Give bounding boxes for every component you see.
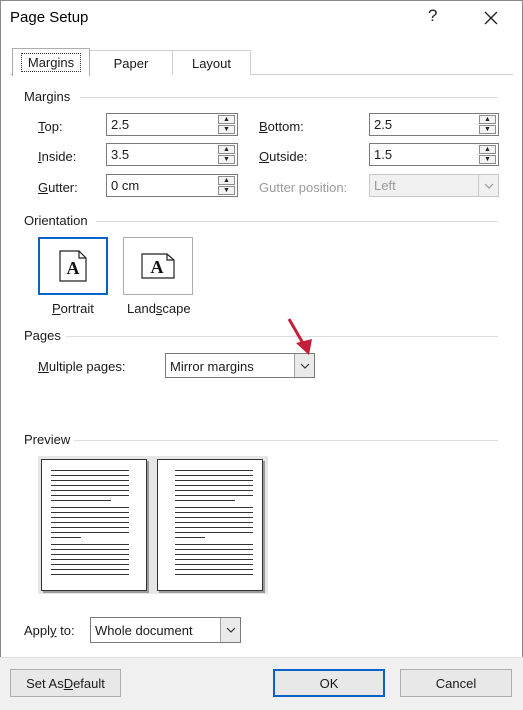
top-margin-spinner[interactable]: ▲ ▼: [218, 115, 235, 134]
spin-down-icon[interactable]: ▼: [218, 186, 235, 195]
orientation-section-divider: [96, 221, 498, 222]
landscape-option[interactable]: A: [123, 237, 193, 295]
spin-down-icon[interactable]: ▼: [479, 125, 496, 134]
chevron-down-icon[interactable]: [294, 354, 314, 377]
gutter-position-dropdown: Left: [369, 174, 499, 197]
portrait-label[interactable]: Portrait: [52, 301, 94, 316]
orientation-section-label: Orientation: [24, 213, 88, 228]
inside-margin-value: 3.5: [111, 147, 130, 162]
bottom-margin-value: 2.5: [374, 117, 393, 132]
pages-section-label: Pages: [24, 328, 61, 343]
annotation-arrow-icon: [287, 318, 312, 355]
margins-section-divider: [80, 97, 498, 98]
gutter-value: 0 cm: [111, 178, 140, 193]
portrait-option[interactable]: A: [38, 237, 108, 295]
preview-pane: [38, 456, 268, 594]
top-margin-field[interactable]: 2.5 ▲ ▼: [106, 113, 238, 136]
portrait-page-icon: A: [59, 250, 87, 282]
tab-paper[interactable]: Paper: [89, 50, 173, 75]
preview-section-divider: [74, 440, 498, 441]
outside-margin-value: 1.5: [374, 147, 393, 162]
top-label-rest: op:: [44, 119, 63, 134]
tab-layout-label: Layout: [191, 55, 232, 71]
dialog-title: Page Setup: [10, 9, 89, 26]
ok-button[interactable]: OK: [273, 669, 385, 697]
outside-margin-field[interactable]: 1.5 ▲ ▼: [369, 143, 499, 166]
spin-up-icon[interactable]: ▲: [218, 115, 235, 124]
portrait-glyph: A: [67, 258, 80, 278]
preview-section-label: Preview: [24, 432, 71, 447]
tab-layout[interactable]: Layout: [172, 50, 251, 75]
spin-up-icon[interactable]: ▲: [218, 176, 235, 185]
gutter-spinner[interactable]: ▲ ▼: [218, 176, 235, 195]
spin-up-icon[interactable]: ▲: [218, 145, 235, 154]
apply-to-dropdown[interactable]: Whole document: [90, 617, 241, 643]
gutter-position-value: Left: [374, 178, 396, 193]
top-label: Top:: [38, 119, 63, 134]
close-icon: [484, 11, 498, 25]
inside-label: Inside:: [38, 149, 77, 164]
set-as-default-button[interactable]: Set As Default: [10, 669, 121, 697]
chevron-down-icon: [478, 175, 498, 196]
landscape-label[interactable]: Landscape: [127, 301, 191, 316]
outside-margin-spinner[interactable]: ▲ ▼: [479, 145, 496, 164]
tab-margins[interactable]: Margins: [12, 48, 90, 76]
bottom-margin-field[interactable]: 2.5 ▲ ▼: [369, 113, 499, 136]
gutter-field[interactable]: 0 cm ▲ ▼: [106, 174, 238, 197]
multiple-pages-value: Mirror margins: [170, 359, 254, 374]
gutter-label: Gutter:: [38, 180, 78, 195]
close-button[interactable]: [478, 4, 504, 32]
outside-label: Outside:: [259, 149, 308, 164]
spin-down-icon[interactable]: ▼: [479, 155, 496, 164]
bottom-margin-spinner[interactable]: ▲ ▼: [479, 115, 496, 134]
landscape-glyph: A: [151, 257, 164, 277]
bottom-label: Bottom:: [259, 119, 304, 134]
spin-down-icon[interactable]: ▼: [218, 125, 235, 134]
inside-margin-spinner[interactable]: ▲ ▼: [218, 145, 235, 164]
spin-up-icon[interactable]: ▲: [479, 115, 496, 124]
apply-to-label: Apply to:: [24, 623, 75, 638]
margins-section-label: Margins: [24, 89, 71, 104]
tab-paper-label: Paper: [113, 55, 149, 71]
spin-up-icon[interactable]: ▲: [479, 145, 496, 154]
preview-page-left: [41, 459, 147, 591]
spin-down-icon[interactable]: ▼: [218, 155, 235, 164]
pages-section-divider: [66, 336, 498, 337]
help-button[interactable]: ?: [428, 6, 437, 26]
multiple-pages-label: Multiple pages:: [38, 359, 126, 374]
top-margin-value: 2.5: [111, 117, 130, 132]
preview-page-right: [157, 459, 263, 591]
inside-margin-field[interactable]: 3.5 ▲ ▼: [106, 143, 238, 166]
chevron-down-icon[interactable]: [220, 618, 240, 642]
apply-to-value: Whole document: [95, 623, 193, 638]
cancel-button[interactable]: Cancel: [400, 669, 512, 697]
landscape-page-icon: A: [141, 253, 175, 279]
tab-margins-label: Margins: [20, 53, 82, 72]
gutter-position-label: Gutter position:: [259, 180, 348, 195]
